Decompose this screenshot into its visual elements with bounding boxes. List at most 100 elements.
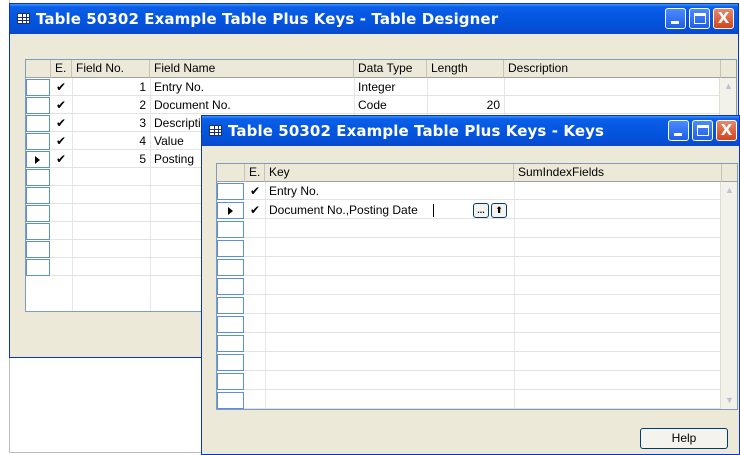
empty-row[interactable] [217, 354, 737, 371]
field-no-cell[interactable]: 3 [72, 115, 150, 132]
row-selector[interactable] [217, 278, 244, 295]
row-selector[interactable] [217, 354, 244, 371]
table-icon [17, 13, 30, 24]
row-selector[interactable] [26, 205, 50, 222]
keys-scrollbar[interactable]: ▲ ▼ [720, 182, 737, 409]
row-selector[interactable] [217, 373, 244, 390]
fields-grid-header: E. Field No. Field Name Data Type Length… [26, 60, 736, 78]
key-cell[interactable]: Entry No. [265, 183, 514, 200]
row-selector[interactable] [217, 259, 244, 276]
row-selector[interactable] [26, 115, 50, 132]
field-no-cell[interactable]: 5 [72, 151, 150, 168]
empty-row[interactable] [217, 221, 737, 238]
close-button[interactable]: X [713, 8, 734, 29]
table-designer-title: Table 50302 Example Table Plus Keys - Ta… [36, 10, 499, 28]
row-selector-current[interactable] [217, 202, 244, 219]
field-name-cell[interactable]: Document No. [150, 97, 354, 114]
assist-edit-button[interactable]: ... [473, 203, 489, 218]
keys-grid: E. Key SumIndexFields ✔ Entry No. ✔ Docu… [216, 163, 738, 410]
scroll-up-icon[interactable]: ▲ [722, 183, 737, 198]
minimize-button[interactable] [665, 8, 686, 29]
header-enabled[interactable]: E. [245, 164, 265, 182]
row-selector[interactable] [26, 79, 50, 96]
maximize-icon [694, 13, 706, 24]
text-caret [433, 204, 434, 217]
row-selector[interactable] [26, 259, 50, 276]
enabled-check[interactable]: ✔ [55, 151, 67, 167]
maximize-icon [697, 125, 709, 136]
data-type-cell[interactable]: Integer [354, 79, 427, 96]
row-selector[interactable] [26, 169, 50, 186]
field-name-cell[interactable]: Entry No. [150, 79, 354, 96]
sumindexfields-cell[interactable] [514, 183, 722, 200]
row-selector[interactable] [217, 392, 244, 409]
row-selector[interactable] [217, 183, 244, 200]
row-selector[interactable] [26, 97, 50, 114]
keys-titlebar[interactable]: Table 50302 Example Table Plus Keys - Ke… [202, 116, 739, 146]
close-button[interactable]: X [716, 120, 737, 141]
enabled-check[interactable]: ✔ [55, 97, 67, 113]
minimize-button[interactable] [668, 120, 689, 141]
enabled-check[interactable]: ✔ [249, 183, 261, 199]
empty-row[interactable] [217, 392, 737, 409]
header-spacer [217, 164, 245, 182]
empty-row[interactable] [217, 373, 737, 390]
lookup-button[interactable]: ⬆ [491, 203, 507, 218]
table-designer-titlebar[interactable]: Table 50302 Example Table Plus Keys - Ta… [10, 4, 738, 34]
empty-row[interactable] [217, 278, 737, 295]
row-selector[interactable] [217, 316, 244, 333]
empty-row[interactable] [217, 335, 737, 352]
table-row[interactable]: ✔ 1 Entry No. Integer [26, 79, 736, 96]
minimize-icon [674, 133, 682, 136]
help-button[interactable]: Help [640, 428, 728, 449]
header-field-name[interactable]: Field Name [150, 60, 354, 78]
header-spacer [26, 60, 51, 78]
row-selector[interactable] [217, 335, 244, 352]
empty-row[interactable] [217, 259, 737, 276]
header-description[interactable]: Description [504, 60, 721, 78]
row-selector[interactable] [26, 187, 50, 204]
empty-row[interactable] [217, 297, 737, 314]
enabled-check[interactable]: ✔ [55, 79, 67, 95]
enabled-check[interactable]: ✔ [55, 115, 67, 131]
length-cell[interactable]: 20 [427, 97, 504, 114]
row-selector[interactable] [26, 223, 50, 240]
key-row-current[interactable]: ✔ Document No.,Posting Date ... ⬆ [217, 202, 737, 219]
header-key[interactable]: Key [265, 164, 514, 182]
enabled-check[interactable]: ✔ [55, 133, 67, 149]
data-type-cell[interactable]: Code [354, 97, 427, 114]
key-cell-editing[interactable]: Document No.,Posting Date [265, 202, 435, 219]
table-row[interactable]: ✔ 2 Document No. Code 20 [26, 97, 736, 114]
row-selector[interactable] [217, 240, 244, 257]
field-no-cell[interactable]: 2 [72, 97, 150, 114]
field-no-cell[interactable]: 1 [72, 79, 150, 96]
header-sumindexfields[interactable]: SumIndexFields [514, 164, 722, 182]
field-no-cell[interactable]: 4 [72, 133, 150, 150]
row-selector[interactable] [217, 221, 244, 238]
enabled-check[interactable]: ✔ [249, 202, 261, 218]
header-data-type[interactable]: Data Type [354, 60, 427, 78]
maximize-button[interactable] [692, 120, 713, 141]
header-length[interactable]: Length [427, 60, 504, 78]
current-row-arrow-icon [228, 207, 233, 215]
description-cell[interactable] [504, 97, 721, 114]
current-row-arrow-icon [35, 156, 40, 164]
maximize-button[interactable] [689, 8, 710, 29]
header-field-no[interactable]: Field No. [72, 60, 150, 78]
length-cell[interactable] [427, 79, 504, 96]
row-selector[interactable] [26, 133, 50, 150]
keys-window: Table 50302 Example Table Plus Keys - Ke… [201, 115, 740, 455]
row-selector-current[interactable] [26, 151, 50, 168]
scroll-up-icon[interactable]: ▲ [721, 79, 736, 94]
keys-grid-header: E. Key SumIndexFields [217, 164, 737, 182]
header-enabled[interactable]: E. [51, 60, 72, 78]
empty-row[interactable] [217, 240, 737, 257]
keys-title: Table 50302 Example Table Plus Keys - Ke… [228, 122, 605, 140]
key-row[interactable]: ✔ Entry No. [217, 183, 737, 200]
scroll-down-icon[interactable]: ▼ [722, 393, 737, 408]
description-cell[interactable] [504, 79, 721, 96]
row-selector[interactable] [26, 241, 50, 258]
row-selector[interactable] [217, 297, 244, 314]
empty-row[interactable] [217, 316, 737, 333]
sumindexfields-cell[interactable] [514, 202, 722, 219]
